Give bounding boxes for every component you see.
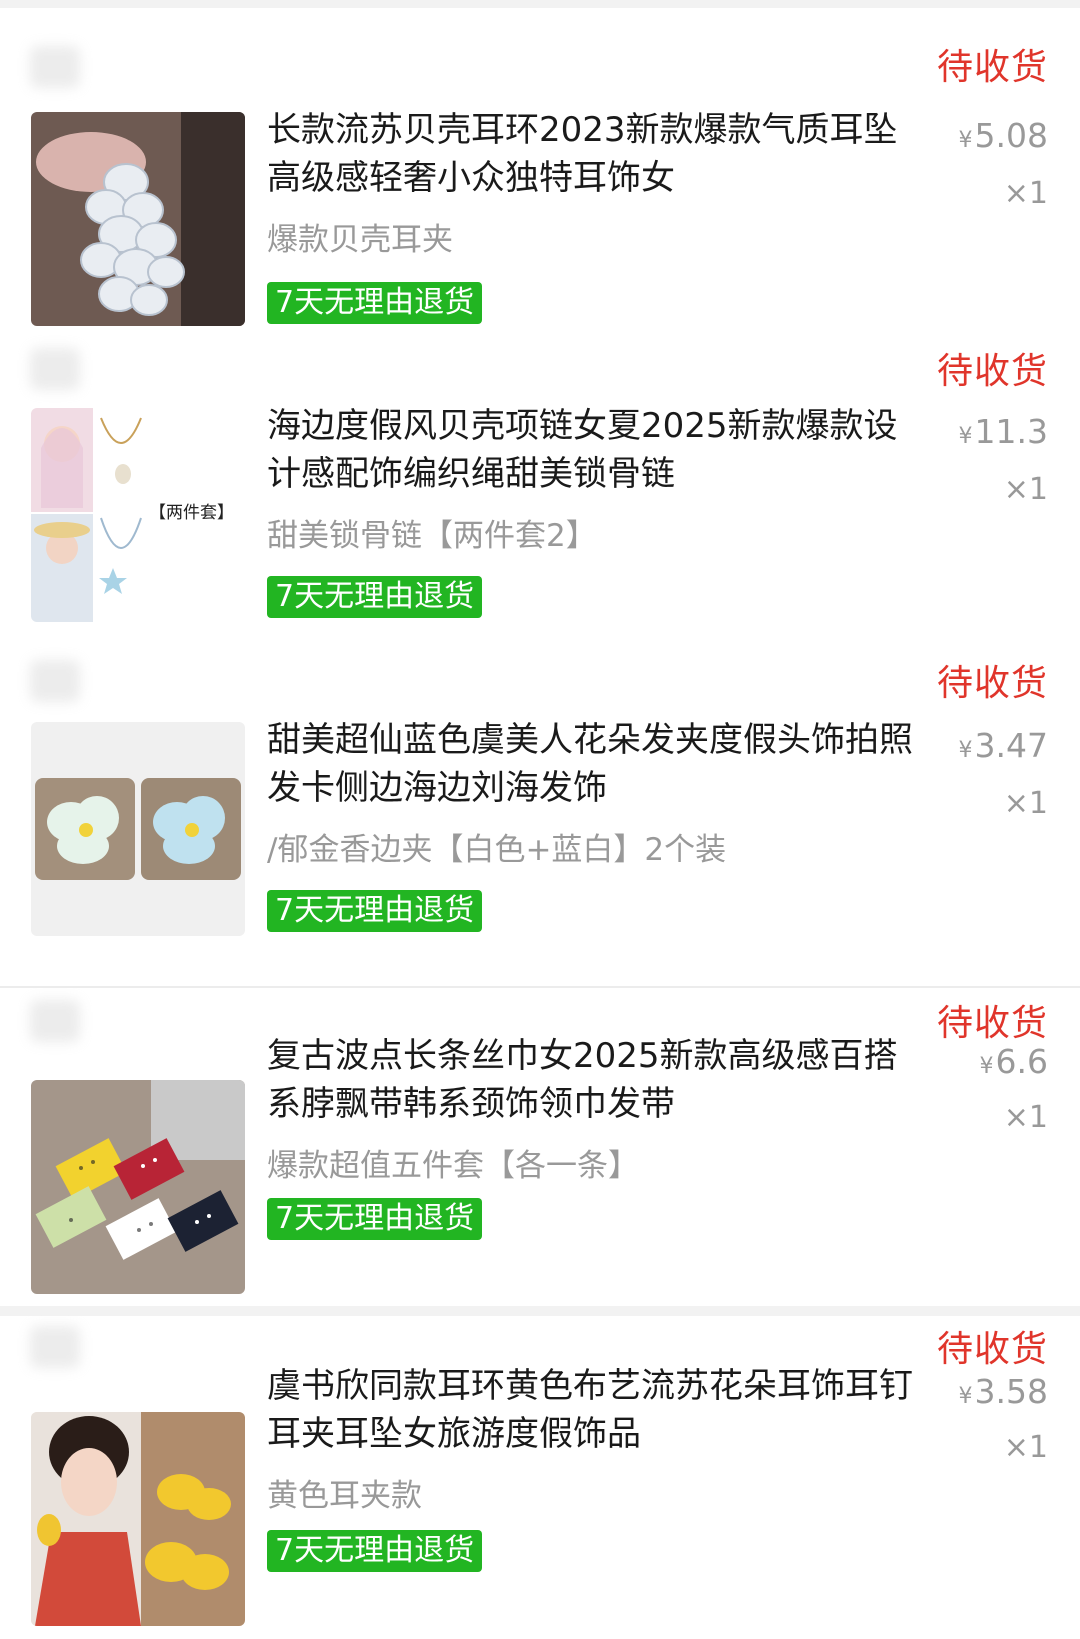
product-quantity: ×1 xyxy=(1003,1430,1048,1465)
price-value: 3.58 xyxy=(974,1372,1048,1411)
product-title[interactable]: 复古波点长条丝巾女2025新款高级感百搭系脖飘带韩系颈饰领巾发带 xyxy=(267,1032,927,1128)
product-quantity: ×1 xyxy=(1003,1100,1048,1135)
product-title[interactable]: 甜美超仙蓝色虞美人花朵发夹度假头饰拍照发卡侧边海边刘海发饰 xyxy=(267,716,927,812)
order-card[interactable]: 待收货 甜美超仙蓝色虞美人花朵发夹度假头饰拍照发卡侧边海边刘海发饰 /郁金香边夹… xyxy=(0,648,1080,988)
product-spec: 爆款超值五件套【各一条】 xyxy=(267,1148,639,1184)
return-policy-badge: 7天无理由退货 xyxy=(267,1530,483,1572)
order-status: 待收货 xyxy=(936,1329,1048,1370)
return-policy-badge: 7天无理由退货 xyxy=(267,282,483,324)
shop-header[interactable] xyxy=(30,42,450,92)
shop-logo xyxy=(30,1000,80,1042)
return-policy-badge: 7天无理由退货 xyxy=(267,890,483,932)
product-spec: 甜美锁骨链【两件套2】 xyxy=(267,518,597,554)
shell-earring-icon xyxy=(31,112,245,326)
currency-symbol: ¥ xyxy=(958,424,973,449)
product-thumbnail[interactable] xyxy=(31,1412,245,1626)
shop-logo xyxy=(30,1326,80,1368)
thumbnail-caption: 【两件套】 xyxy=(149,503,234,523)
product-price: ¥11.3 xyxy=(959,412,1048,451)
product-quantity: ×1 xyxy=(1003,176,1048,211)
currency-symbol: ¥ xyxy=(958,1384,973,1409)
product-spec: 爆款贝壳耳夹 xyxy=(267,222,453,258)
polka-scarf-icon xyxy=(31,1080,245,1294)
product-thumbnail[interactable] xyxy=(31,112,245,326)
price-value: 3.47 xyxy=(974,726,1048,765)
order-card[interactable]: 待收货 虞书欣同款耳环黄色布艺流苏花朵耳饰耳钉耳夹耳坠女旅游度假饰品 黄色耳夹款… xyxy=(0,1316,1080,1639)
product-title[interactable]: 海边度假风贝壳项链女夏2025新款爆款设计感配饰编织绳甜美锁骨链 xyxy=(267,402,927,498)
currency-symbol: ¥ xyxy=(979,1054,994,1079)
return-policy-badge: 7天无理由退货 xyxy=(267,576,483,618)
product-thumbnail[interactable] xyxy=(31,722,245,936)
product-quantity: ×1 xyxy=(1003,472,1048,507)
shop-logo xyxy=(30,660,80,702)
order-status: 待收货 xyxy=(936,351,1048,392)
product-thumbnail[interactable]: 【两件套】 xyxy=(31,408,245,622)
product-spec: 黄色耳夹款 xyxy=(267,1478,422,1514)
order-status: 待收货 xyxy=(936,663,1048,704)
product-price: ¥6.6 xyxy=(980,1042,1048,1081)
product-price: ¥3.47 xyxy=(959,726,1048,765)
product-thumbnail[interactable] xyxy=(31,1080,245,1294)
shop-header[interactable] xyxy=(30,344,450,394)
product-title[interactable]: 虞书欣同款耳环黄色布艺流苏花朵耳饰耳钉耳夹耳坠女旅游度假饰品 xyxy=(267,1362,927,1458)
shop-header[interactable] xyxy=(30,656,450,706)
product-price: ¥3.58 xyxy=(959,1372,1048,1411)
currency-symbol: ¥ xyxy=(958,738,973,763)
currency-symbol: ¥ xyxy=(958,128,973,153)
price-value: 6.6 xyxy=(995,1042,1048,1081)
order-card[interactable]: 待收货 长款流苏贝壳耳环2023新款爆款气质耳坠高级感轻奢小众独特耳饰女 爆款贝… xyxy=(0,8,1080,336)
product-title[interactable]: 长款流苏贝壳耳环2023新款爆款气质耳坠高级感轻奢小众独特耳饰女 xyxy=(267,106,927,202)
flower-hairclip-icon xyxy=(31,722,245,936)
shop-logo xyxy=(30,348,80,390)
order-status: 待收货 xyxy=(936,1003,1048,1044)
yellow-flower-earring-icon xyxy=(31,1412,245,1626)
price-value: 11.3 xyxy=(974,412,1048,451)
order-card[interactable]: 待收货 【两件套】 海边度假风贝壳项链女夏2025新款爆款设计感配饰编织绳甜美锁… xyxy=(0,336,1080,648)
product-spec: /郁金香边夹【白色+蓝白】2个装 xyxy=(267,832,727,868)
order-card[interactable]: 待收货 复古波点长条丝巾女2025新款高级感百搭系脖飘带韩系颈饰领巾发带 爆款超… xyxy=(0,988,1080,1306)
shop-logo xyxy=(30,46,80,88)
price-value: 5.08 xyxy=(974,116,1048,155)
product-quantity: ×1 xyxy=(1003,786,1048,821)
order-status: 待收货 xyxy=(936,47,1048,88)
return-policy-badge: 7天无理由退货 xyxy=(267,1198,483,1240)
product-price: ¥5.08 xyxy=(959,116,1048,155)
